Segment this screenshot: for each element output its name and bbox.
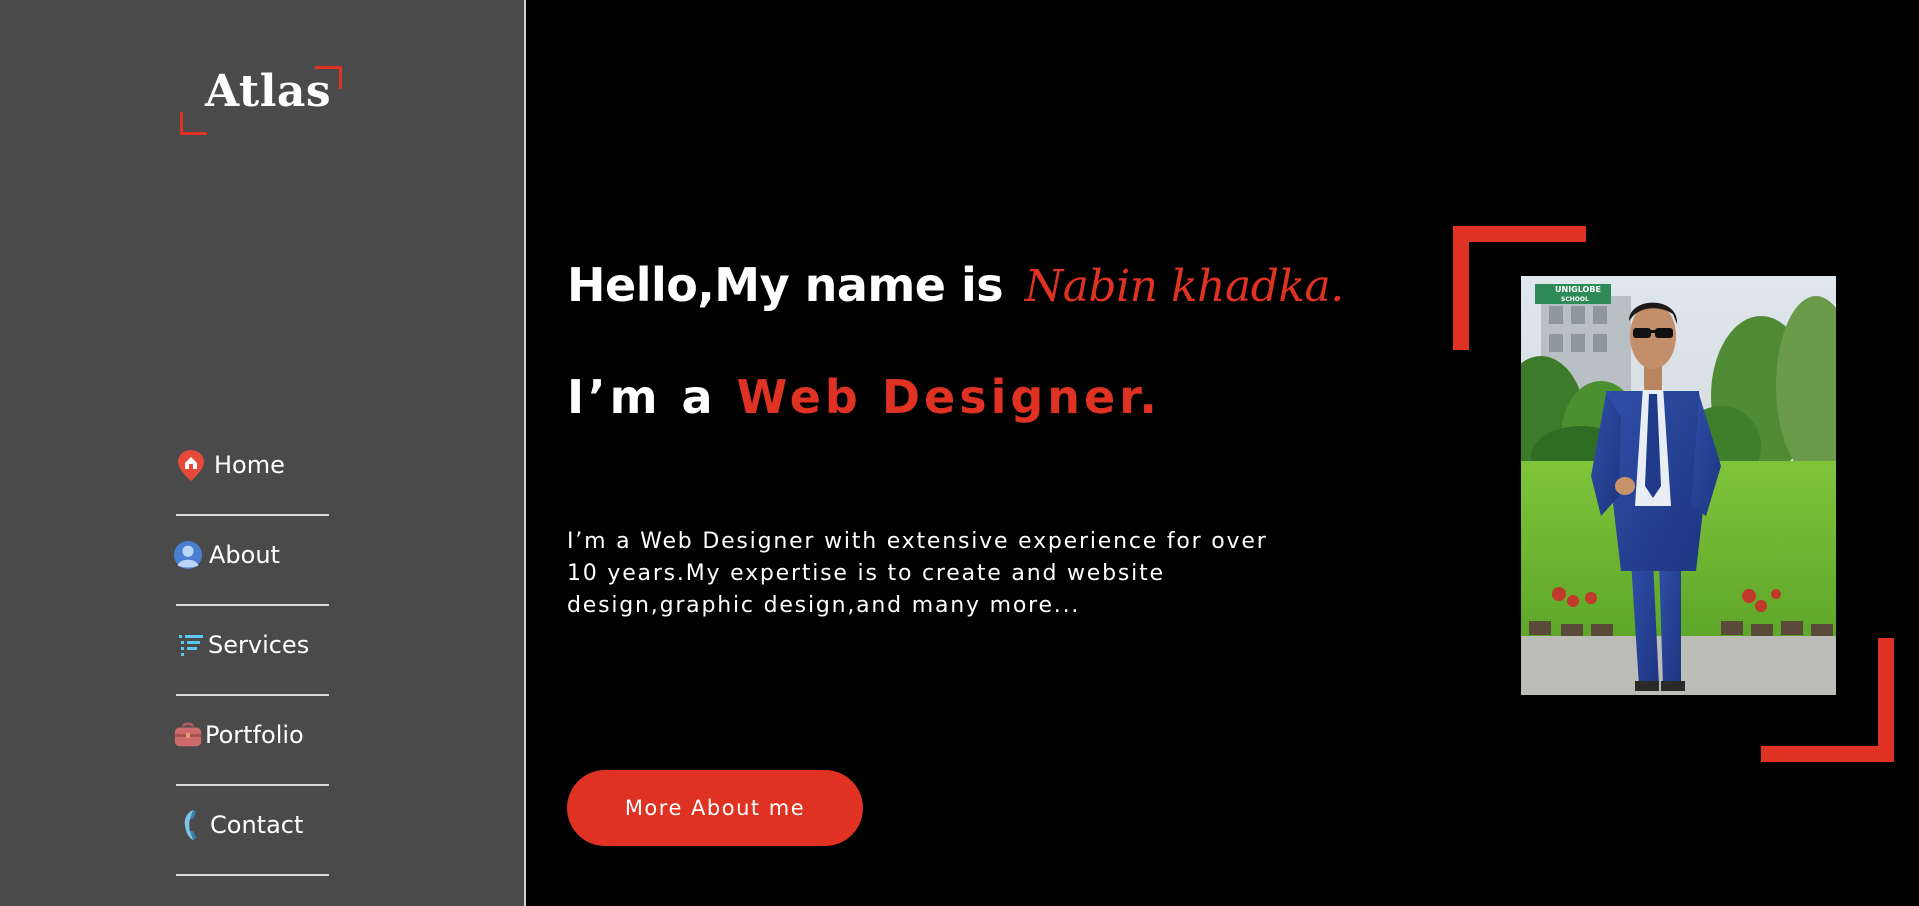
frame-corner-bottom-right-vertical — [1878, 638, 1894, 762]
page: Atlas Home About Services Portfolio Cont… — [0, 0, 1919, 906]
frame-corner-top-left-vertical — [1453, 226, 1469, 350]
sidebar-item-portfolio[interactable]: Portfolio — [173, 696, 329, 786]
hero-name: Nabin khadka. — [1024, 261, 1345, 312]
frame-corner-top-left — [1453, 226, 1586, 242]
logo[interactable]: Atlas — [180, 66, 342, 136]
photo-sign-line2: SCHOOL — [1561, 296, 1589, 303]
sidebar-item-label: Portfolio — [205, 721, 304, 749]
sidebar-item-label: Services — [208, 631, 310, 659]
logo-text: Atlas — [205, 66, 332, 117]
user-icon — [173, 540, 203, 570]
hero-role-line: I’m a Web Designer. — [567, 370, 1161, 424]
hero-greeting: Hello,My name is — [567, 258, 1004, 312]
phone-icon — [176, 810, 206, 840]
home-pin-icon — [176, 450, 206, 481]
hero-intro: I’m a Web Designer with extensive experi… — [567, 529, 1268, 618]
sidebar-item-home[interactable]: Home — [176, 426, 329, 516]
sidebar-item-label: Home — [214, 451, 285, 479]
logo-corner-bottom-left — [180, 112, 207, 135]
more-about-me-button[interactable]: More About me — [567, 770, 863, 846]
frame-corner-bottom-right — [1761, 746, 1894, 762]
hero-role-prefix: I’m a — [567, 370, 717, 424]
list-icon — [176, 630, 206, 660]
sidebar-item-label: About — [209, 541, 280, 569]
sidebar-nav: Home About Services Portfolio Contact — [173, 426, 329, 876]
profile-photo: UNIGLOBE SCHOOL — [1521, 276, 1836, 695]
sidebar-item-services[interactable]: Services — [176, 606, 329, 696]
photo-sign-line1: UNIGLOBE — [1555, 285, 1601, 294]
hero-headline: Hello,My name is Nabin khadka. — [567, 258, 1344, 312]
sidebar-item-label: Contact — [210, 811, 304, 839]
briefcase-icon — [173, 720, 203, 750]
sidebar-item-about[interactable]: About — [173, 516, 329, 606]
sidebar: Atlas Home About Services Portfolio Cont… — [0, 0, 526, 906]
hero-role: Web Designer. — [736, 370, 1161, 424]
sidebar-item-contact[interactable]: Contact — [176, 786, 329, 876]
